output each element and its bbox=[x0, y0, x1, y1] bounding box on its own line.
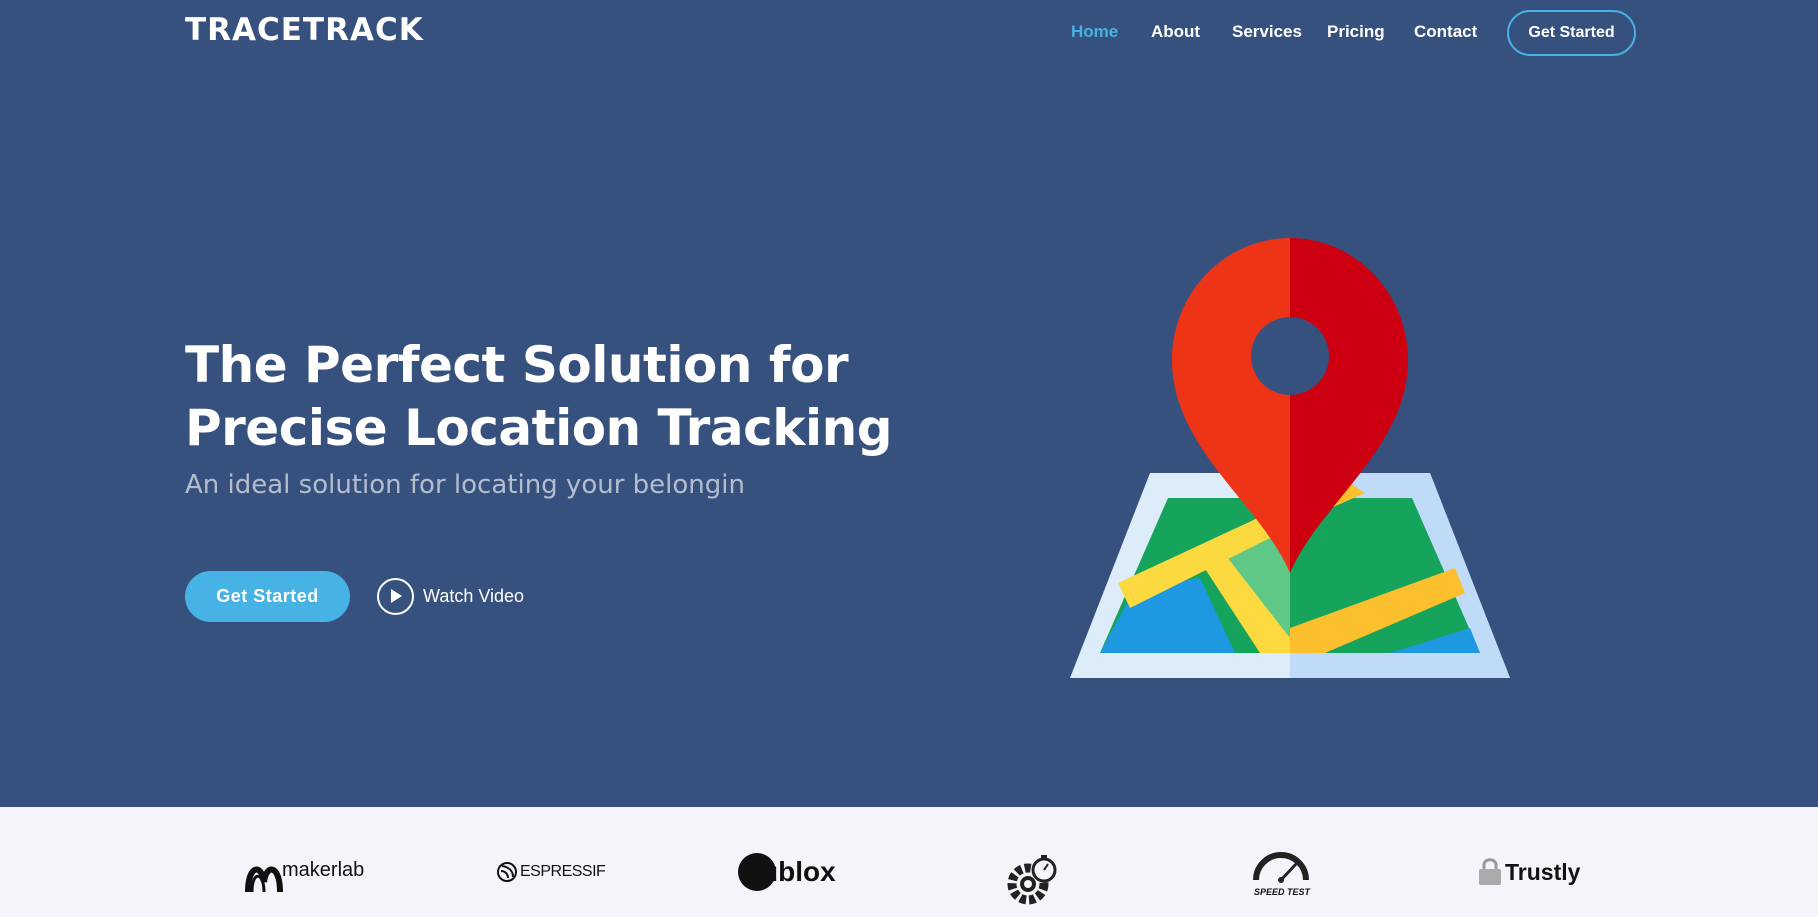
header-get-started-button[interactable]: Get Started bbox=[1507, 10, 1636, 56]
main-nav: Home About Services Pricing Contact Get … bbox=[0, 10, 1818, 56]
watch-video-button[interactable]: Watch Video bbox=[377, 577, 524, 615]
client-name-espressif: ESPRESSIF bbox=[520, 863, 606, 880]
client-logo-gear bbox=[1006, 845, 1062, 915]
client-logo-trustly: Trustly bbox=[1477, 837, 1580, 907]
hero-title: The Perfect Solution for Precise Locatio… bbox=[185, 334, 905, 460]
play-icon bbox=[377, 577, 414, 615]
watch-video-label: Watch Video bbox=[423, 585, 525, 606]
client-name-makerlab: makerlab bbox=[282, 859, 365, 881]
client-name-trustly: Trustly bbox=[1505, 858, 1581, 885]
client-name-speedtest: SPEED TEST bbox=[1254, 887, 1311, 897]
client-logo-ublox: ublox bbox=[737, 837, 836, 907]
site-header: TRACETRACK Home About Services Pricing C… bbox=[0, 0, 1818, 66]
hero-subtitle: An ideal solution for locating your belo… bbox=[185, 470, 745, 500]
hero-get-started-button[interactable]: Get Started bbox=[185, 571, 350, 622]
trustly-logo bbox=[1479, 858, 1501, 885]
map-pin-icon bbox=[1070, 238, 1510, 678]
gear-stopwatch-logo bbox=[1007, 855, 1057, 905]
espressif-logo bbox=[497, 862, 517, 882]
hero-title-line1: The Perfect Solution for bbox=[185, 336, 849, 394]
client-logo-espressif: ESPRESSIF bbox=[497, 837, 606, 907]
client-logo-makerlab: makerlab bbox=[244, 837, 364, 907]
nav-pricing[interactable]: Pricing bbox=[1327, 22, 1385, 42]
client-logo-speedtest: SPEED TEST bbox=[1250, 837, 1312, 907]
hero-title-line2: Precise Location Tracking bbox=[185, 399, 892, 457]
nav-home[interactable]: Home bbox=[1071, 22, 1118, 42]
clients-strip: makerlab ESPRESSIF ublox SPEED TEST Trus… bbox=[0, 807, 1818, 917]
nav-services[interactable]: Services bbox=[1232, 22, 1302, 42]
client-name-ublox: ublox bbox=[761, 856, 836, 887]
hero-section: TRACETRACK Home About Services Pricing C… bbox=[0, 0, 1818, 807]
nav-contact[interactable]: Contact bbox=[1414, 22, 1477, 42]
nav-about[interactable]: About bbox=[1151, 22, 1200, 42]
